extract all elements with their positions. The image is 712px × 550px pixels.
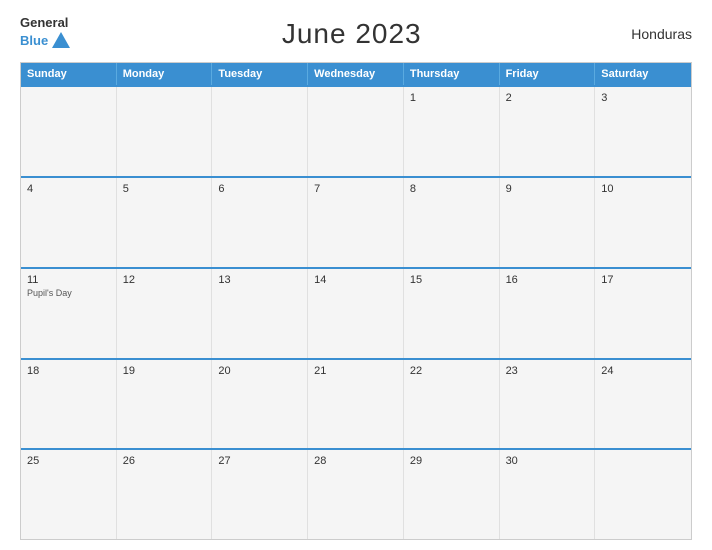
calendar-body: 1 2 3 4 5 6 7 8 9 10 11 Pupil's Day 12 [21, 85, 691, 539]
cell-w3-sat: 17 [595, 269, 691, 358]
cell-w3-fri: 16 [500, 269, 596, 358]
cell-w3-mon: 12 [117, 269, 213, 358]
calendar-title: June 2023 [282, 18, 422, 50]
cell-w4-mon: 19 [117, 360, 213, 449]
cell-w2-tue: 6 [212, 178, 308, 267]
country-label: Honduras [631, 26, 692, 42]
cell-w5-sat [595, 450, 691, 539]
cell-w5-tue: 27 [212, 450, 308, 539]
cell-w3-wed: 14 [308, 269, 404, 358]
cell-w1-mon [117, 87, 213, 176]
cell-w3-sun: 11 Pupil's Day [21, 269, 117, 358]
cell-w3-tue: 13 [212, 269, 308, 358]
cell-w5-mon: 26 [117, 450, 213, 539]
header-sunday: Sunday [21, 63, 117, 85]
calendar-header: Sunday Monday Tuesday Wednesday Thursday… [21, 63, 691, 85]
cell-w2-mon: 5 [117, 178, 213, 267]
cell-w5-wed: 28 [308, 450, 404, 539]
cell-w3-thu: 15 [404, 269, 500, 358]
header-thursday: Thursday [404, 63, 500, 85]
cell-w4-fri: 23 [500, 360, 596, 449]
cell-w1-tue [212, 87, 308, 176]
header-friday: Friday [500, 63, 596, 85]
logo-general: General [20, 16, 68, 30]
cell-w1-sat: 3 [595, 87, 691, 176]
cell-w1-thu: 1 [404, 87, 500, 176]
logo-icon [50, 30, 72, 52]
header-tuesday: Tuesday [212, 63, 308, 85]
cell-w1-sun [21, 87, 117, 176]
cell-w4-wed: 21 [308, 360, 404, 449]
cell-w1-fri: 2 [500, 87, 596, 176]
logo: General Blue [20, 16, 72, 52]
cell-w5-sun: 25 [21, 450, 117, 539]
cell-w4-tue: 20 [212, 360, 308, 449]
week-5: 25 26 27 28 29 30 [21, 448, 691, 539]
header-monday: Monday [117, 63, 213, 85]
page: General Blue June 2023 Honduras Sunday M… [0, 0, 712, 550]
cell-w5-fri: 30 [500, 450, 596, 539]
calendar: Sunday Monday Tuesday Wednesday Thursday… [20, 62, 692, 540]
cell-w2-thu: 8 [404, 178, 500, 267]
cell-w2-wed: 7 [308, 178, 404, 267]
week-2: 4 5 6 7 8 9 10 [21, 176, 691, 267]
week-4: 18 19 20 21 22 23 24 [21, 358, 691, 449]
cell-w4-thu: 22 [404, 360, 500, 449]
week-1: 1 2 3 [21, 85, 691, 176]
cell-w1-wed [308, 87, 404, 176]
cell-w4-sun: 18 [21, 360, 117, 449]
cell-w2-sun: 4 [21, 178, 117, 267]
week-3: 11 Pupil's Day 12 13 14 15 16 17 [21, 267, 691, 358]
logo-blue: Blue [20, 30, 72, 52]
cell-w2-fri: 9 [500, 178, 596, 267]
cell-w4-sat: 24 [595, 360, 691, 449]
header-saturday: Saturday [595, 63, 691, 85]
header: General Blue June 2023 Honduras [20, 16, 692, 52]
header-wednesday: Wednesday [308, 63, 404, 85]
cell-w2-sat: 10 [595, 178, 691, 267]
cell-w5-thu: 29 [404, 450, 500, 539]
